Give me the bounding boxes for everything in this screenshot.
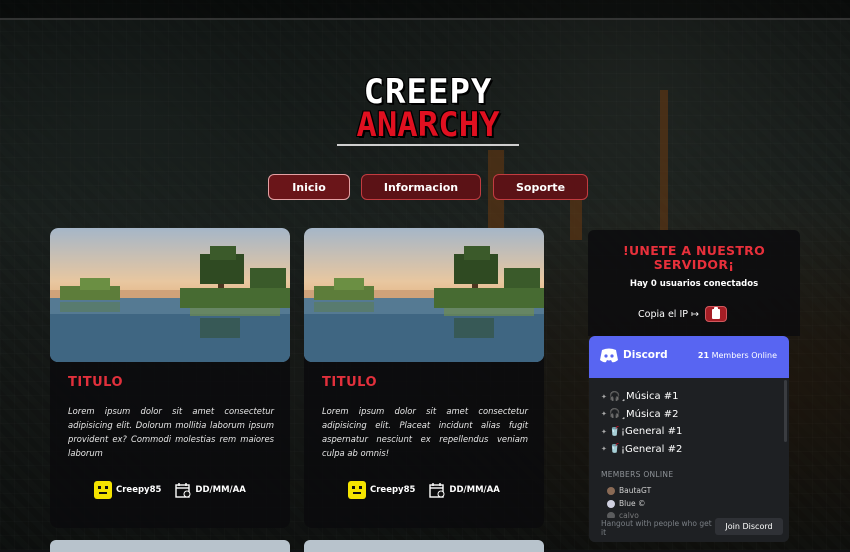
headphones-icon: 🎧 [609,409,621,420]
copy-ip-label: Copia el IP ↦ [638,308,699,320]
discord-member-name: BautaGT [619,486,652,495]
server-panel: !UNETE A NUESTRO SERVIDOR¡ Hay 0 usuario… [588,230,800,336]
post-body: Lorem ipsum dolor sit amet consectetur a… [322,406,528,458]
top-bar [0,0,850,20]
discord-members-online: 21 Members Online [698,351,777,360]
discord-members-heading: MEMBERS ONLINE [601,470,674,479]
author-avatar-icon [348,481,366,499]
server-panel-title-line-2: SERVIDOR¡ [653,257,735,272]
copy-ip-button[interactable] [704,306,727,322]
post-card-peek[interactable] [304,540,544,552]
background-pillar [660,90,668,230]
calendar-icon [429,483,445,498]
join-discord-button[interactable]: Join Discord [715,518,783,535]
discord-members-count: 21 [697,351,710,360]
calendar-icon [175,483,191,498]
discord-channel[interactable]: ✦ 🎧 ¸Música #2 [601,406,682,424]
main-nav: Inicio Informacion Soporte [268,174,588,202]
clipboard-icon [711,307,720,319]
discord-scrollbar[interactable] [784,380,787,442]
post-author: Creepy85 [370,485,416,495]
site-logo[interactable]: CREEPY ANARCHY [336,72,520,150]
discord-header: Discord 21 Members Online [589,336,789,378]
author-avatar-icon [94,481,112,499]
nav-informacion-button[interactable]: Informacion [361,174,481,200]
post-image [304,228,544,362]
post-title: TITULO [322,375,377,390]
copy-ip-row: Copia el IP ↦ [638,306,727,322]
member-avatar [607,499,615,508]
headphones-icon: 🎧 [609,391,621,402]
discord-members-label: Members Online [711,351,777,360]
discord-footer-text: Hangout with people who get it [601,519,712,537]
discord-channel-name: ¸Música #2 [621,408,679,420]
cup-icon: 🥤 [609,426,621,437]
server-panel-title: !UNETE A NUESTRO SERVIDOR¡ [588,244,800,272]
pin-icon: ✦ [601,445,607,454]
pin-icon: ✦ [601,392,607,401]
discord-channel[interactable]: ✦ 🥤 ¡General #2 [601,441,682,459]
server-panel-title-line-1: !UNETE A NUESTRO [622,243,766,258]
discord-channel-name: ¡General #2 [621,443,683,455]
discord-footer: Hangout with people who get it Join Disc… [589,518,789,542]
post-image [50,228,290,362]
discord-channel-name: ¸Música #1 [621,391,679,403]
cup-icon: 🥤 [609,444,621,455]
discord-member[interactable]: BautaGT [607,486,651,495]
discord-channel[interactable]: ✦ 🥤 ¡General #1 [601,423,682,441]
discord-channel-list: ✦ 🎧 ¸Música #1 ✦ 🎧 ¸Música #2 ✦ 🥤 ¡General #1 … [601,388,682,458]
logo-line-2: ANARCHY [356,105,500,145]
pin-icon: ✦ [601,427,607,436]
discord-channel-name: ¡General #1 [621,426,683,438]
logo-line-1: CREEPY [363,72,493,112]
post-date: DD/MM/AA [449,485,500,495]
post-card[interactable]: TITULO Lorem ipsum dolor sit amet consec… [50,228,290,528]
post-date: DD/MM/AA [195,485,246,495]
discord-channel[interactable]: ✦ 🎧 ¸Música #1 [601,388,682,406]
pin-icon: ✦ [601,410,607,419]
post-author: Creepy85 [116,485,162,495]
post-body: Lorem ipsum dolor sit amet consectetur a… [68,406,274,458]
background-pillar [570,200,582,240]
post-card-peek[interactable] [50,540,290,552]
nav-soporte-button[interactable]: Soporte [493,174,588,200]
post-meta: Creepy85 DD/MM/AA [348,480,500,500]
online-users-text: Hay 0 usuarios conectados [629,279,759,289]
discord-brand: Discord [623,349,668,361]
member-avatar [607,486,615,495]
post-meta: Creepy85 DD/MM/AA [94,480,246,500]
post-title: TITULO [68,375,123,390]
discord-widget: Discord 21 Members Online ✦ 🎧 ¸Música #1 ✦… [589,336,789,542]
nav-inicio-button[interactable]: Inicio [268,174,350,200]
discord-logo-icon [600,348,618,363]
discord-member[interactable]: Blue © [607,499,645,508]
post-card[interactable]: TITULO Lorem ipsum dolor sit amet consec… [304,228,544,528]
discord-member-name: Blue © [619,499,646,508]
